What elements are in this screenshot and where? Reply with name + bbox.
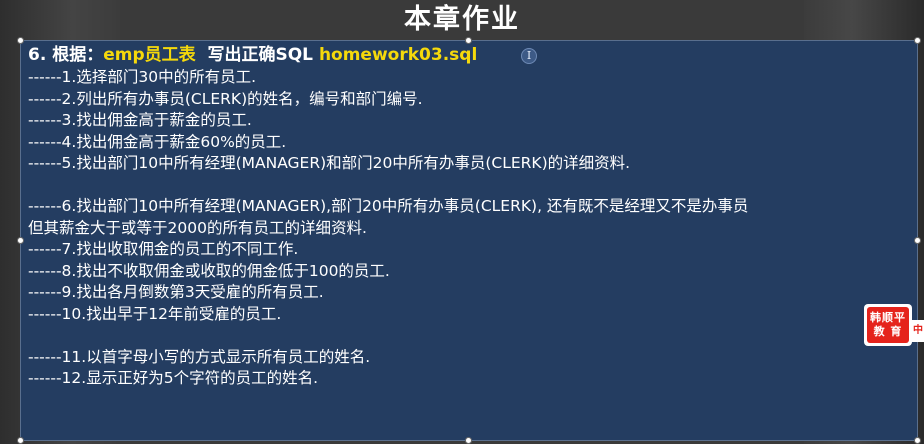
- resize-handle-top-left[interactable]: [17, 37, 24, 44]
- homework-line: ------2.列出所有办事员(CLERK)的姓名，编号和部门编号.: [28, 89, 423, 108]
- brand-logo: 韩顺平 教 育: [864, 304, 912, 346]
- resize-handle-top-center[interactable]: [465, 37, 472, 44]
- heading-table: emp员工表: [103, 45, 196, 65]
- homework-text[interactable]: 6. 根据：emp员工表 写出正确SQL homework03.sql ----…: [28, 44, 912, 390]
- homework-line: 但其薪金大于或等于2000的所有员工的详细资料.: [28, 218, 367, 237]
- homework-line: ------10.找出早于12年前受雇的员工.: [28, 304, 282, 323]
- slide-title: 本章作业: [404, 4, 520, 35]
- homework-line: ------3.找出佣金高于薪金的员工.: [28, 111, 252, 129]
- brand-logo-badge: 韩顺平 教 育: [867, 307, 909, 343]
- homework-line: ------4.找出佣金高于薪金60%的员工.: [28, 132, 287, 151]
- brand-logo-tail: 中: [912, 320, 924, 342]
- brand-logo-line1: 韩顺平: [870, 311, 906, 324]
- resize-handle-bottom-right[interactable]: [914, 437, 921, 444]
- resize-handle-bottom-left[interactable]: [17, 437, 24, 444]
- heading-prefix: 6. 根据：: [28, 45, 104, 65]
- homework-line: ------7.找出收取佣金的员工的不同工作.: [28, 240, 299, 258]
- resize-handle-top-right[interactable]: [914, 37, 921, 44]
- homework-line: ------8.找出不收取佣金或收取的佣金低于100的员工.: [28, 261, 390, 280]
- homework-line: ------5.找出部门10中所有经理(MANAGER)和部门20中所有办事员(…: [28, 154, 631, 172]
- brand-logo-line2: 教 育: [873, 325, 903, 338]
- homework-line: ------11.以首字母小写的方式显示所有员工的姓名.: [28, 347, 371, 366]
- text-cursor-icon: I: [521, 48, 537, 64]
- homework-heading: 6. 根据：emp员工表 写出正确SQL homework03.sql: [28, 44, 912, 66]
- resize-handle-middle-right[interactable]: [914, 237, 921, 244]
- heading-middle: 写出正确SQL: [195, 45, 319, 65]
- homework-line: ------9.找出各月倒数第3天受雇的所有员工.: [28, 283, 324, 301]
- heading-file: homework03.sql: [318, 45, 478, 65]
- homework-line: ------1.选择部门30中的所有员工.: [28, 68, 256, 86]
- resize-handle-bottom-center[interactable]: [465, 437, 472, 444]
- homework-line: ------6.找出部门10中所有经理(MANAGER),部门20中所有办事员(…: [28, 197, 749, 215]
- resize-handle-middle-left[interactable]: [17, 237, 24, 244]
- homework-line: ------12.显示正好为5个字符的员工的姓名.: [28, 369, 318, 387]
